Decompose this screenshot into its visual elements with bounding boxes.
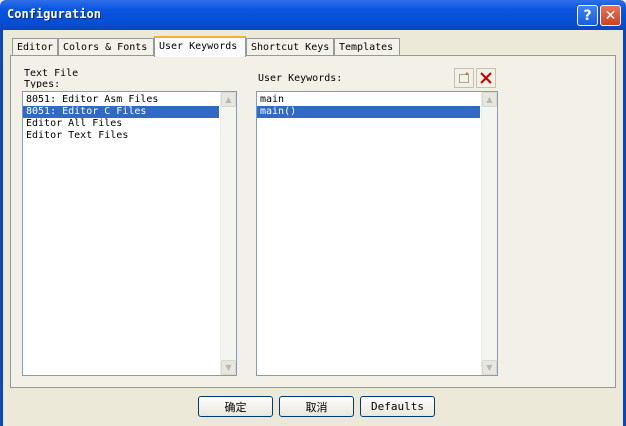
cancel-button[interactable]: 取消 <box>279 396 354 417</box>
tab-editor[interactable]: Editor <box>12 38 58 56</box>
scroll-up-button[interactable]: ▲ <box>482 92 497 107</box>
tab-colors-fonts[interactable]: Colors & Fonts <box>58 38 154 56</box>
chevron-down-icon: ▼ <box>225 363 232 372</box>
help-button[interactable]: ? <box>577 5 598 26</box>
tab-shortcut-keys[interactable]: Shortcut Keys <box>246 38 334 56</box>
list-item-selected[interactable]: main() <box>257 106 480 118</box>
user-keywords-label: User Keywords: <box>258 73 343 84</box>
window-border-left <box>0 30 3 426</box>
tab-templates[interactable]: Templates <box>334 38 400 56</box>
list-item[interactable]: main <box>257 94 480 106</box>
new-keyword-button[interactable] <box>454 68 474 88</box>
title-bar: Configuration ? ✕ <box>0 0 626 30</box>
defaults-button[interactable]: Defaults <box>360 396 435 417</box>
list-item-selected[interactable]: 8051: Editor C Files <box>23 106 219 118</box>
ok-button[interactable]: 确定 <box>198 396 273 417</box>
help-icon: ? <box>583 7 592 24</box>
list-item[interactable]: Editor All Files <box>23 118 219 130</box>
window-title: Configuration <box>7 7 101 21</box>
tab-user-keywords[interactable]: User Keywords <box>154 36 246 57</box>
user-keywords-list[interactable]: main main() ▲ ▼ <box>256 91 498 376</box>
chevron-up-icon: ▲ <box>225 95 232 104</box>
scroll-down-button[interactable]: ▼ <box>482 360 497 375</box>
chevron-down-icon: ▼ <box>486 363 493 372</box>
right-list-scrollbar[interactable]: ▲ ▼ <box>481 92 497 375</box>
left-list-scrollbar[interactable]: ▲ ▼ <box>220 92 236 375</box>
new-item-icon <box>459 72 469 83</box>
close-icon: ✕ <box>604 7 617 24</box>
scroll-up-button[interactable]: ▲ <box>221 92 236 107</box>
list-item[interactable]: Editor Text Files <box>23 130 219 142</box>
delete-keyword-button[interactable] <box>476 68 496 88</box>
chevron-up-icon: ▲ <box>486 95 493 104</box>
text-file-types-label: Text File Types: <box>24 68 79 88</box>
close-button[interactable]: ✕ <box>600 5 621 26</box>
delete-icon <box>480 72 492 84</box>
scroll-down-button[interactable]: ▼ <box>221 360 236 375</box>
list-item[interactable]: 8051: Editor Asm Files <box>23 94 219 106</box>
text-file-types-list[interactable]: 8051: Editor Asm Files 8051: Editor C Fi… <box>22 91 237 376</box>
